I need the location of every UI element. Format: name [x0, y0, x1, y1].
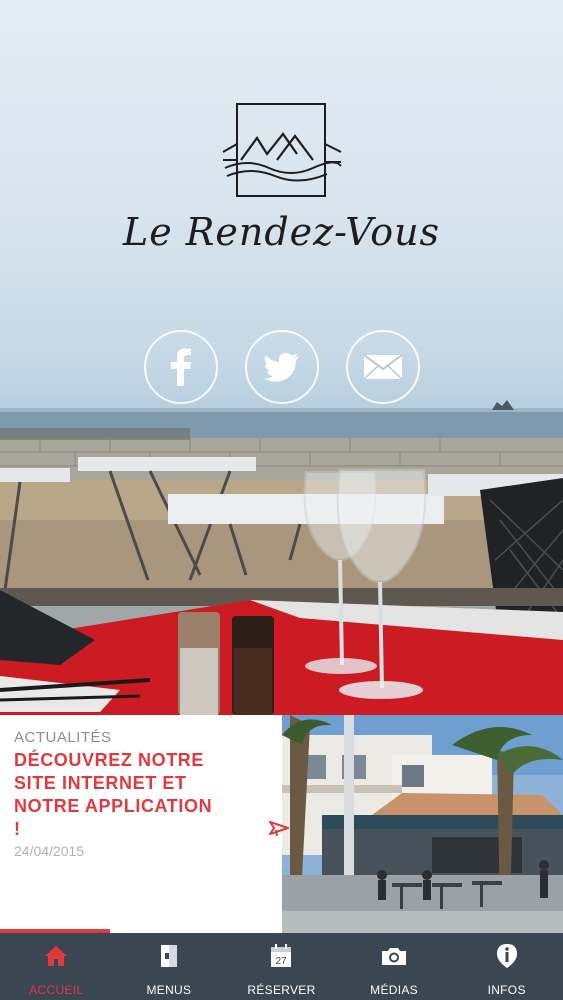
megaphone-icon	[269, 821, 289, 837]
restaurant-facade-image	[282, 715, 563, 933]
home-icon	[45, 946, 68, 966]
hero-banner: Le Rendez-Vous	[0, 0, 563, 715]
social-links	[0, 330, 563, 404]
tab-accueil[interactable]: ACCUEIL	[0, 933, 113, 1000]
facebook-button[interactable]	[143, 330, 218, 404]
brand-name: Le Rendez-Vous	[122, 210, 441, 254]
tab-label-accueil: ACCUEIL	[29, 983, 84, 997]
news-label: ACTUALITÉS	[14, 729, 112, 746]
tab-reserver[interactable]: 27 RÉSERVER	[225, 933, 338, 1000]
news-photo[interactable]	[282, 715, 563, 933]
restaurant-logo-icon	[222, 103, 342, 197]
news-section: ACTUALITÉS DÉCOUVREZ NOTRE SITE INTERNET…	[0, 715, 563, 933]
tab-label-menus: MENUS	[146, 983, 192, 997]
menu-book-icon	[160, 945, 177, 967]
tab-label-medias: MÉDIAS	[370, 983, 418, 997]
tab-label-infos: INFOS	[487, 983, 526, 997]
tab-medias[interactable]: MÉDIAS	[338, 933, 451, 1000]
brand-logo: Le Rendez-Vous	[0, 100, 563, 254]
calendar-icon: 27	[271, 944, 292, 967]
news-date: 24/04/2015	[14, 843, 85, 859]
tab-infos[interactable]: INFOS	[450, 933, 563, 1000]
tab-menus[interactable]: MENUS	[113, 933, 226, 1000]
info-icon	[496, 944, 517, 968]
bottom-tab-bar: ACCUEIL MENUS 27 RÉSERVER MÉDIAS INFOS	[0, 933, 563, 1000]
news-headline: DÉCOUVREZ NOTRE SITE INTERNET ET NOTRE A…	[14, 750, 213, 839]
camera-icon	[382, 948, 407, 965]
email-button[interactable]	[345, 330, 420, 404]
news-card[interactable]: ACTUALITÉS DÉCOUVREZ NOTRE SITE INTERNET…	[0, 715, 289, 933]
mail-icon	[362, 354, 403, 380]
facebook-icon	[170, 348, 191, 386]
calendar-day: 27	[276, 956, 288, 967]
twitter-button[interactable]	[244, 330, 319, 404]
tab-label-reserver: RÉSERVER	[247, 983, 316, 997]
twitter-icon	[263, 353, 299, 382]
